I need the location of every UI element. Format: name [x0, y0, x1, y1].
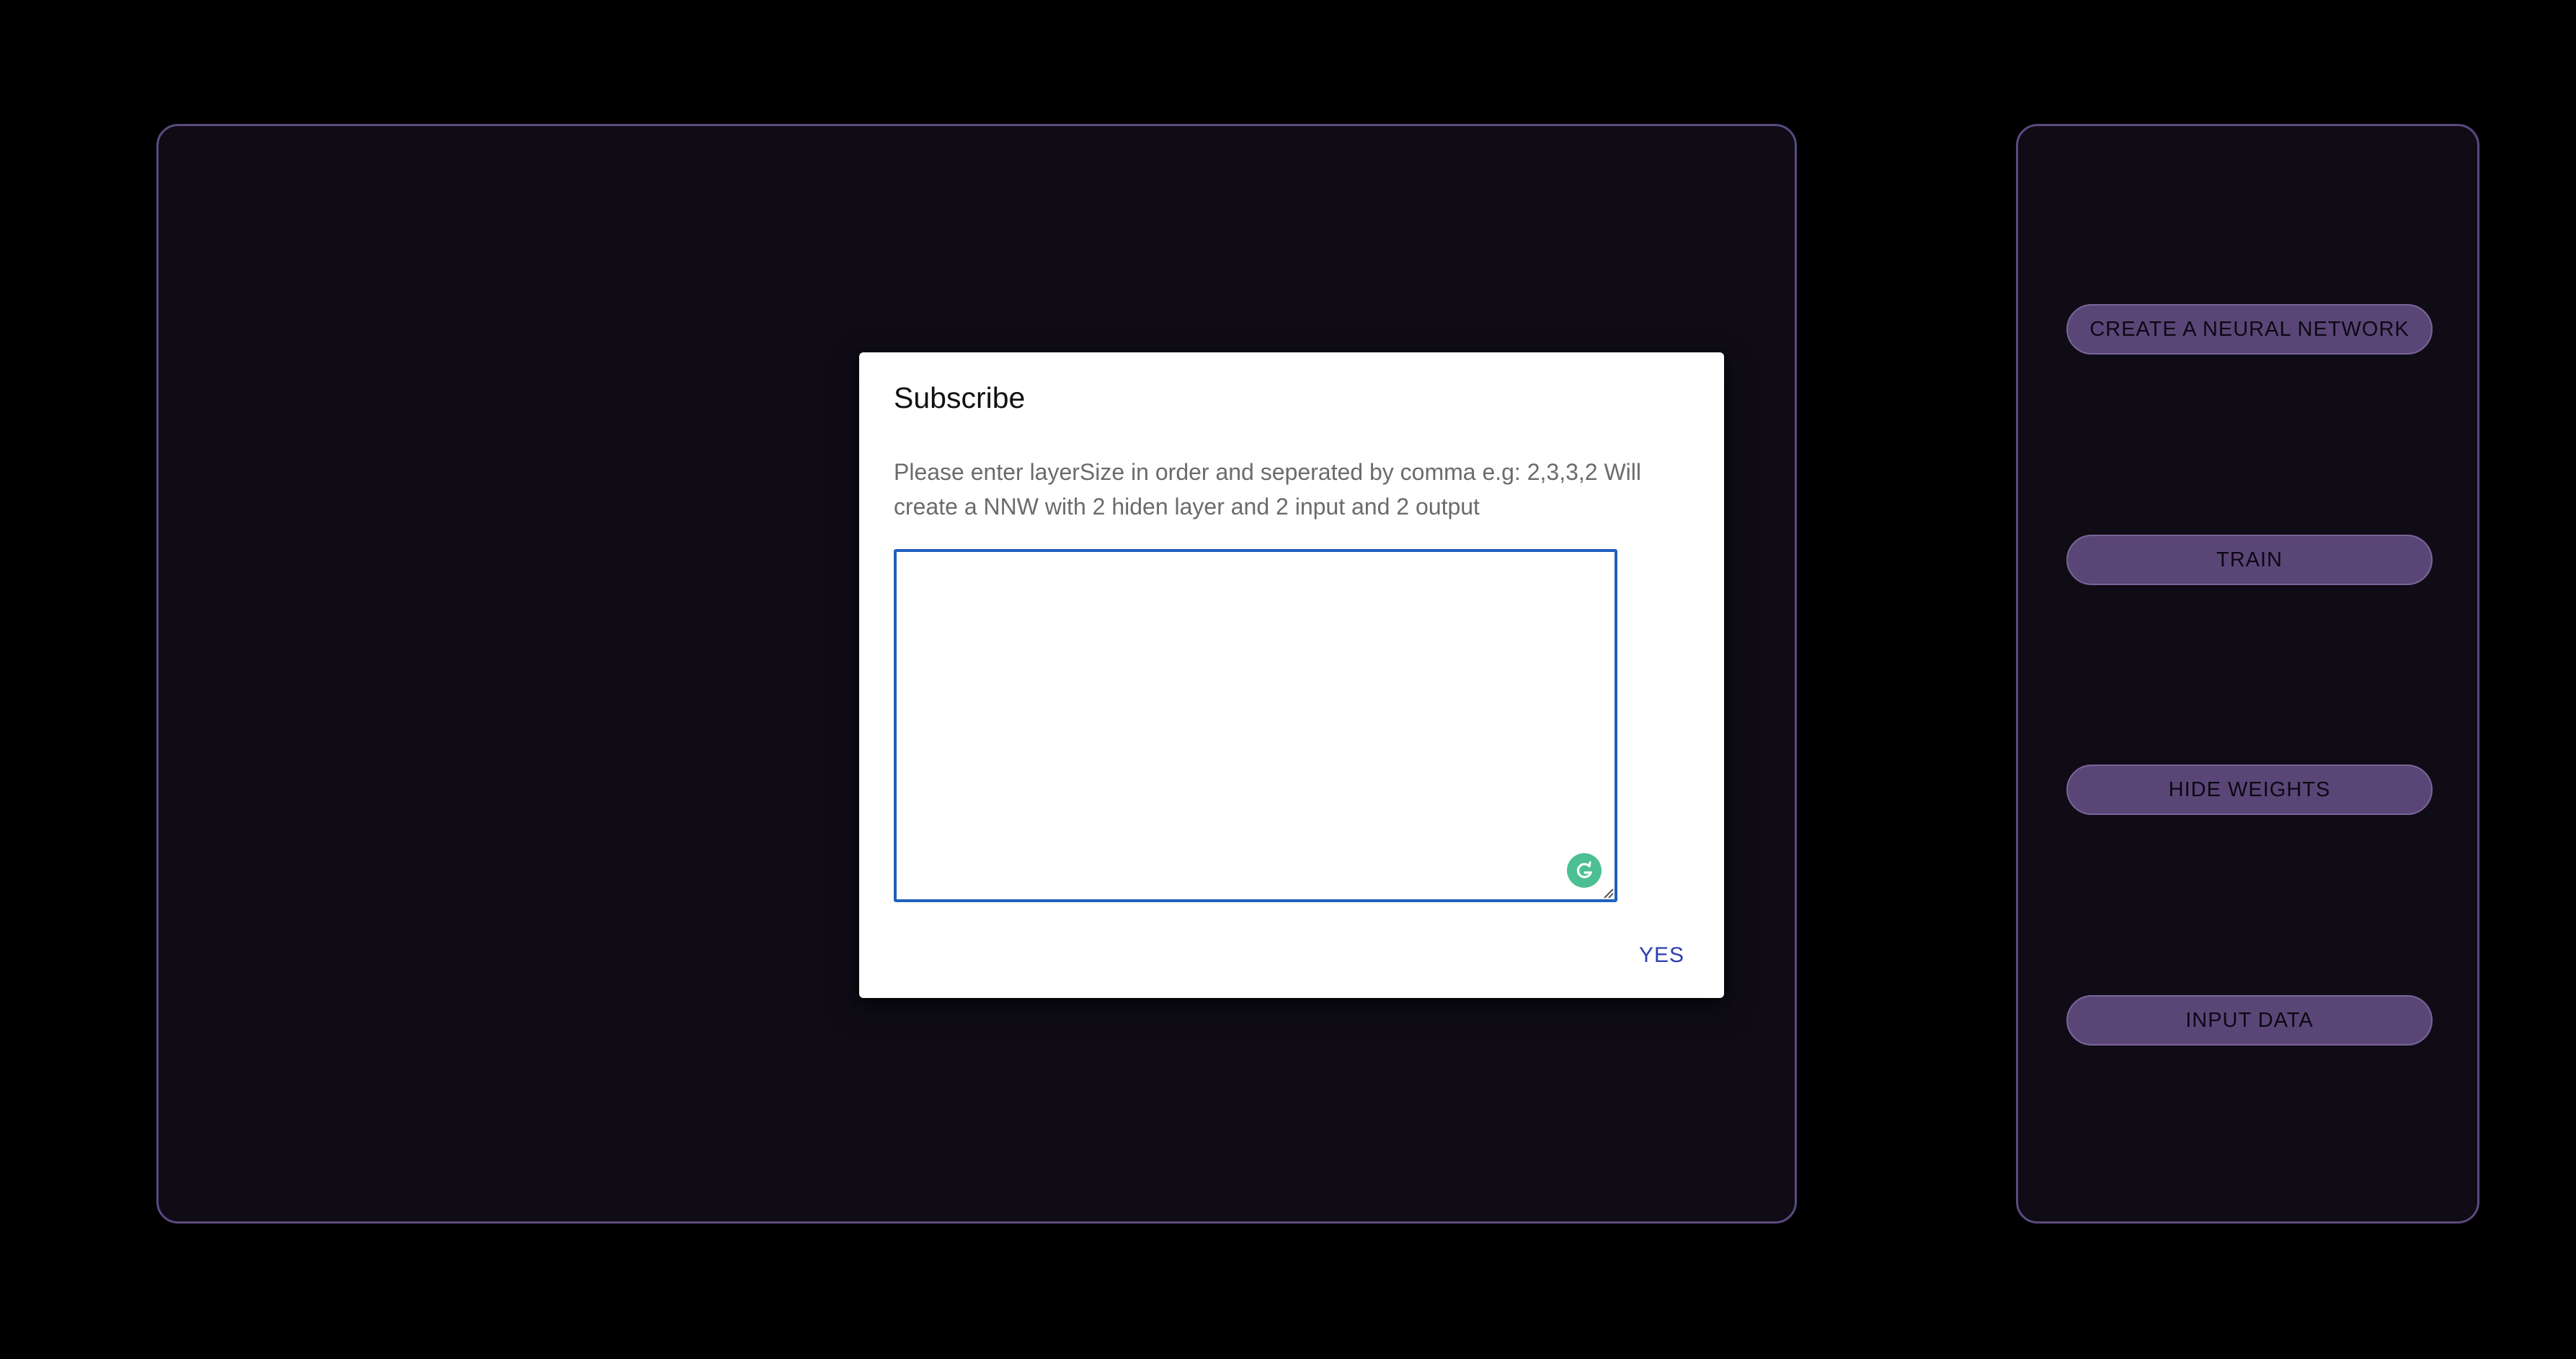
control-panel: CREATE A NEURAL NETWORK TRAIN HIDE WEIGH… [2016, 124, 2479, 1224]
create-neural-network-button[interactable]: CREATE A NEURAL NETWORK [2066, 304, 2433, 355]
grammarly-g-glyph [1576, 861, 1593, 878]
input-data-button[interactable]: INPUT DATA [2066, 995, 2433, 1046]
dialog-title: Subscribe [894, 381, 1026, 414]
train-button[interactable]: TRAIN [2066, 535, 2433, 585]
layer-size-dialog: Subscribe Please enter layerSize in orde… [859, 352, 1724, 998]
grammarly-icon[interactable] [1567, 853, 1602, 888]
resize-handle-icon[interactable] [1602, 886, 1615, 899]
hide-weights-button[interactable]: HIDE WEIGHTS [2066, 765, 2433, 815]
yes-button[interactable]: YES [1639, 943, 1684, 968]
layer-size-input[interactable] [894, 549, 1617, 902]
dialog-description: Please enter layerSize in order and sepe… [894, 459, 1641, 520]
